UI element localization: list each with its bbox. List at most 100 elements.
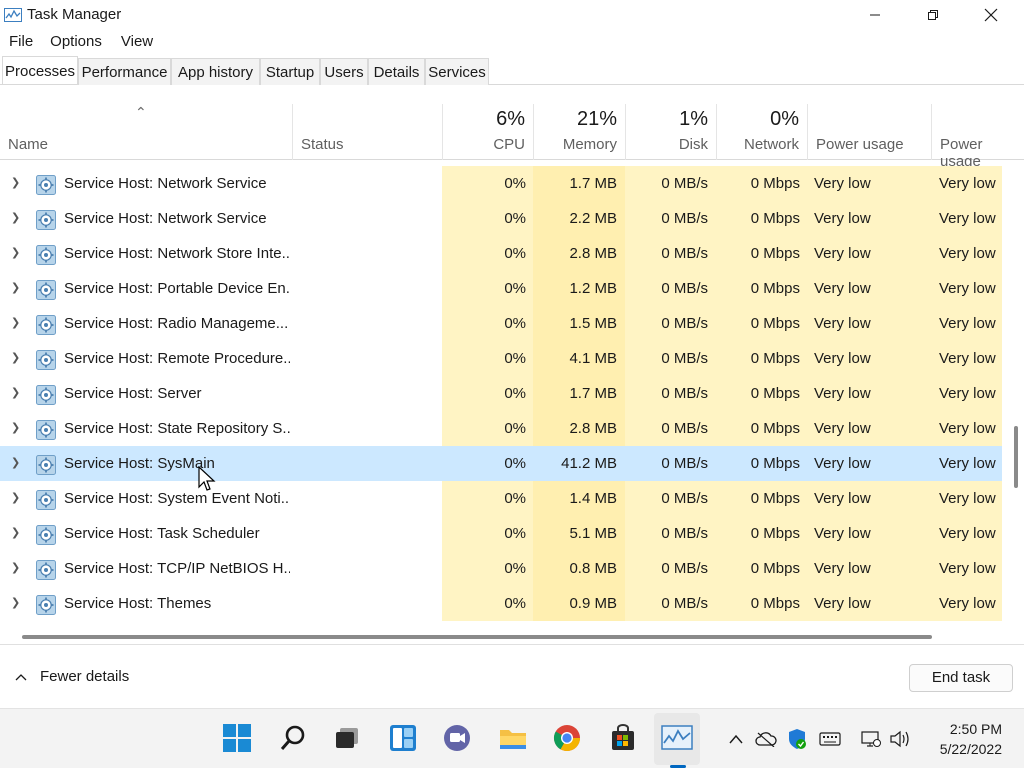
process-disk: 0 MB/s: [625, 516, 716, 551]
tab-users[interactable]: Users: [320, 58, 368, 85]
horizontal-scroll-thumb[interactable]: [22, 635, 932, 639]
horizontal-scrollbar[interactable]: [0, 629, 1024, 645]
service-gear-icon: [36, 558, 56, 580]
end-task-button[interactable]: End task: [909, 664, 1013, 692]
menu-file[interactable]: File: [0, 30, 33, 54]
expand-chevron-icon[interactable]: ❯: [11, 376, 20, 411]
process-name-cell: ❯ Service Host: Portable Device En...: [0, 271, 290, 306]
process-power-usage: Very low: [807, 481, 931, 516]
close-button[interactable]: [962, 0, 1020, 30]
process-power-usage-trend: Very low: [931, 481, 1002, 516]
process-cpu: 0%: [442, 481, 533, 516]
expand-chevron-icon[interactable]: ❯: [11, 586, 20, 621]
tab-details[interactable]: Details: [368, 58, 425, 85]
process-name-cell: ❯ Service Host: State Repository S...: [0, 411, 290, 446]
process-row[interactable]: ❯ Service Host: State Repository S... 0% 2.…: [0, 411, 1002, 446]
header-name[interactable]: ⌃ Name: [0, 104, 292, 160]
service-gear-icon: [36, 208, 56, 230]
chevron-up-icon[interactable]: [725, 728, 747, 750]
process-name: Service Host: State Repository S...: [64, 420, 290, 437]
process-row[interactable]: ❯ Service Host: Portable Device En... 0% 1.…: [0, 271, 1002, 306]
vertical-scrollbar[interactable]: [1009, 160, 1024, 630]
store-icon[interactable]: [606, 721, 640, 755]
process-power-usage-trend: Very low: [931, 411, 1002, 446]
fewer-details-button[interactable]: Fewer details: [14, 668, 129, 685]
windows-start-icon[interactable]: [220, 721, 254, 755]
process-disk: 0 MB/s: [625, 586, 716, 621]
tab-app-history[interactable]: App history: [171, 58, 260, 85]
task-manager-icon[interactable]: [660, 721, 694, 755]
process-power-usage-trend: Very low: [931, 516, 1002, 551]
process-row[interactable]: ❯ Service Host: Network Service 0% 1.7 MB 0 …: [0, 166, 1002, 201]
process-cpu: 0%: [442, 271, 533, 306]
process-power-usage-trend: Very low: [931, 201, 1002, 236]
expand-chevron-icon[interactable]: ❯: [11, 236, 20, 271]
service-gear-icon: [36, 418, 56, 440]
process-network: 0 Mbps: [716, 376, 807, 411]
process-row[interactable]: ❯ Service Host: Radio Manageme... 0% 1.5 MB…: [0, 306, 1002, 341]
expand-chevron-icon[interactable]: ❯: [11, 341, 20, 376]
process-row[interactable]: ❯ Service Host: Themes 0% 0.9 MB 0 MB/s 0 Mbp…: [0, 586, 1002, 621]
header-cpu[interactable]: 6% CPU: [442, 104, 533, 160]
header-status[interactable]: Status: [292, 104, 442, 160]
process-row[interactable]: ❯ Service Host: SysMain 0% 41.2 MB 0 MB/s 0 M…: [0, 446, 1002, 481]
menu-view[interactable]: View: [112, 30, 153, 54]
process-memory: 1.4 MB: [533, 481, 625, 516]
process-row[interactable]: ❯ Service Host: TCP/IP NetBIOS H... 0% 0.8 …: [0, 551, 1002, 586]
process-disk: 0 MB/s: [625, 551, 716, 586]
tab-services[interactable]: Services: [425, 58, 489, 85]
tab-startup[interactable]: Startup: [260, 58, 320, 85]
process-power-usage-trend: Very low: [931, 446, 1002, 481]
expand-chevron-icon[interactable]: ❯: [11, 271, 20, 306]
expand-chevron-icon[interactable]: ❯: [11, 166, 20, 201]
menu-options[interactable]: Options: [41, 30, 102, 54]
expand-chevron-icon[interactable]: ❯: [11, 201, 20, 236]
keyboard-icon[interactable]: [819, 728, 841, 750]
header-power-usage-trend[interactable]: Power usage: [931, 104, 1024, 170]
expand-chevron-icon[interactable]: ❯: [11, 306, 20, 341]
tab-performance[interactable]: Performance: [78, 58, 171, 85]
process-name-cell: ❯ Service Host: TCP/IP NetBIOS H...: [0, 551, 290, 586]
tab-processes[interactable]: Processes: [2, 56, 78, 84]
process-row[interactable]: ❯ Service Host: Network Service 0% 2.2 MB 0 …: [0, 201, 1002, 236]
header-network[interactable]: 0% Network: [716, 104, 807, 160]
network-icon[interactable]: [860, 728, 882, 750]
process-name-cell: ❯ Service Host: Network Store Inte...: [0, 236, 290, 271]
process-status: [290, 446, 442, 481]
restore-button[interactable]: [904, 0, 962, 30]
widgets-icon[interactable]: [386, 721, 420, 755]
expand-chevron-icon[interactable]: ❯: [11, 516, 20, 551]
process-status: [290, 271, 442, 306]
search-icon[interactable]: [276, 721, 310, 755]
header-power-usage[interactable]: Power usage: [807, 104, 931, 160]
defender-icon[interactable]: [786, 728, 808, 750]
task-view-icon[interactable]: [330, 721, 364, 755]
vertical-scroll-thumb[interactable]: [1014, 426, 1018, 488]
chrome-icon[interactable]: [550, 721, 584, 755]
system-clock[interactable]: 2:50 PM 5/22/2022: [922, 719, 1002, 759]
header-disk[interactable]: 1% Disk: [625, 104, 716, 160]
process-row[interactable]: ❯ Service Host: Server 0% 1.7 MB 0 MB/s 0 Mbp…: [0, 376, 1002, 411]
volume-icon[interactable]: [889, 728, 911, 750]
process-memory: 2.2 MB: [533, 201, 625, 236]
process-row[interactable]: ❯ Service Host: Task Scheduler 0% 5.1 MB 0 M…: [0, 516, 1002, 551]
process-memory: 0.8 MB: [533, 551, 625, 586]
process-network: 0 Mbps: [716, 411, 807, 446]
process-power-usage-trend: Very low: [931, 341, 1002, 376]
expand-chevron-icon[interactable]: ❯: [11, 446, 20, 481]
expand-chevron-icon[interactable]: ❯: [11, 411, 20, 446]
process-name: Service Host: Radio Manageme...: [64, 315, 289, 332]
process-row[interactable]: ❯ Service Host: System Event Noti... 0% 1.4…: [0, 481, 1002, 516]
file-explorer-icon[interactable]: [496, 721, 530, 755]
minimize-icon: [870, 14, 880, 16]
header-memory[interactable]: 21% Memory: [533, 104, 625, 160]
teams-chat-icon[interactable]: [440, 721, 474, 755]
minimize-button[interactable]: [846, 0, 904, 30]
expand-chevron-icon[interactable]: ❯: [11, 551, 20, 586]
expand-chevron-icon[interactable]: ❯: [11, 481, 20, 516]
service-gear-icon: [36, 523, 56, 545]
process-row[interactable]: ❯ Service Host: Network Store Inte... 0% 2.…: [0, 236, 1002, 271]
process-row[interactable]: ❯ Service Host: Remote Procedure... 0% 4.1 …: [0, 341, 1002, 376]
chevron-up-icon: [15, 673, 27, 680]
onedrive-icon[interactable]: [755, 728, 777, 750]
